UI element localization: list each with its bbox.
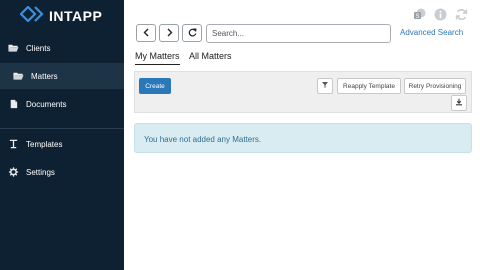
action-bar: Create Reapply Template Retry Provisioni… — [134, 71, 472, 113]
tab-my-matters[interactable]: My Matters — [135, 51, 180, 65]
retry-provisioning-button[interactable]: Retry Provisioning — [404, 78, 466, 94]
tab-all-matters[interactable]: All Matters — [189, 51, 232, 61]
empty-state-notice: You have not added any Matters. — [134, 123, 472, 153]
sidebar-divider — [0, 128, 124, 129]
sidebar-item-label: Documents — [26, 99, 67, 109]
sidebar-item-label: Matters — [31, 71, 58, 81]
sidebar-item-settings[interactable]: Settings — [0, 159, 124, 185]
filter-icon — [321, 81, 329, 91]
sidebar: INTAPP Clients Matters Documents Templat… — [0, 0, 124, 270]
sidebar-item-templates[interactable]: Templates — [0, 131, 124, 157]
advanced-search-link[interactable]: Advanced Search — [400, 28, 463, 37]
refresh-icon — [188, 24, 197, 42]
sidebar-item-documents[interactable]: Documents — [0, 91, 124, 117]
back-button[interactable] — [136, 24, 156, 42]
search-input[interactable] — [206, 24, 391, 43]
sidebar-item-label: Settings — [26, 167, 55, 177]
refresh-button[interactable] — [182, 24, 202, 42]
sidebar-item-label: Templates — [26, 139, 63, 149]
sidebar-item-label: Clients — [26, 43, 51, 53]
notice-text: You have not added any Matters. — [144, 135, 262, 144]
reapply-template-button[interactable]: Reapply Template — [337, 78, 401, 94]
sidebar-item-clients[interactable]: Clients — [0, 35, 124, 61]
sidebar-item-matters[interactable]: Matters — [0, 63, 124, 89]
download-icon — [455, 98, 463, 108]
brand-name: INTAPP — [49, 8, 103, 24]
clear-filter-button[interactable] — [317, 78, 333, 94]
svg-text:S: S — [415, 14, 419, 20]
download-button[interactable] — [451, 95, 467, 111]
sharepoint-icon[interactable]: S — [413, 8, 426, 21]
brand-logo[interactable]: INTAPP — [19, 4, 103, 27]
intapp-chevron-icon — [19, 4, 46, 27]
chevron-right-icon — [165, 24, 174, 42]
folder-open-icon — [7, 43, 19, 53]
chevron-left-icon — [142, 24, 151, 42]
info-icon[interactable] — [434, 8, 447, 21]
document-icon — [7, 99, 19, 109]
sync-icon[interactable] — [455, 8, 468, 21]
folder-open-icon — [12, 71, 24, 81]
template-icon — [7, 139, 19, 149]
create-button[interactable]: Create — [139, 78, 171, 94]
gear-icon — [7, 167, 19, 177]
forward-button[interactable] — [159, 24, 179, 42]
